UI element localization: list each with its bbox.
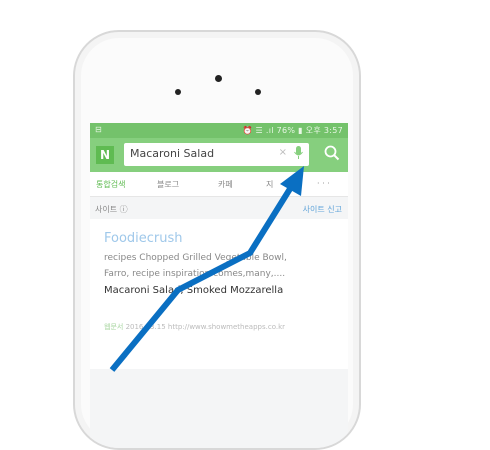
arrow-path [109, 182, 296, 372]
annotation-arrow [109, 166, 304, 372]
arrow-head [280, 166, 304, 196]
